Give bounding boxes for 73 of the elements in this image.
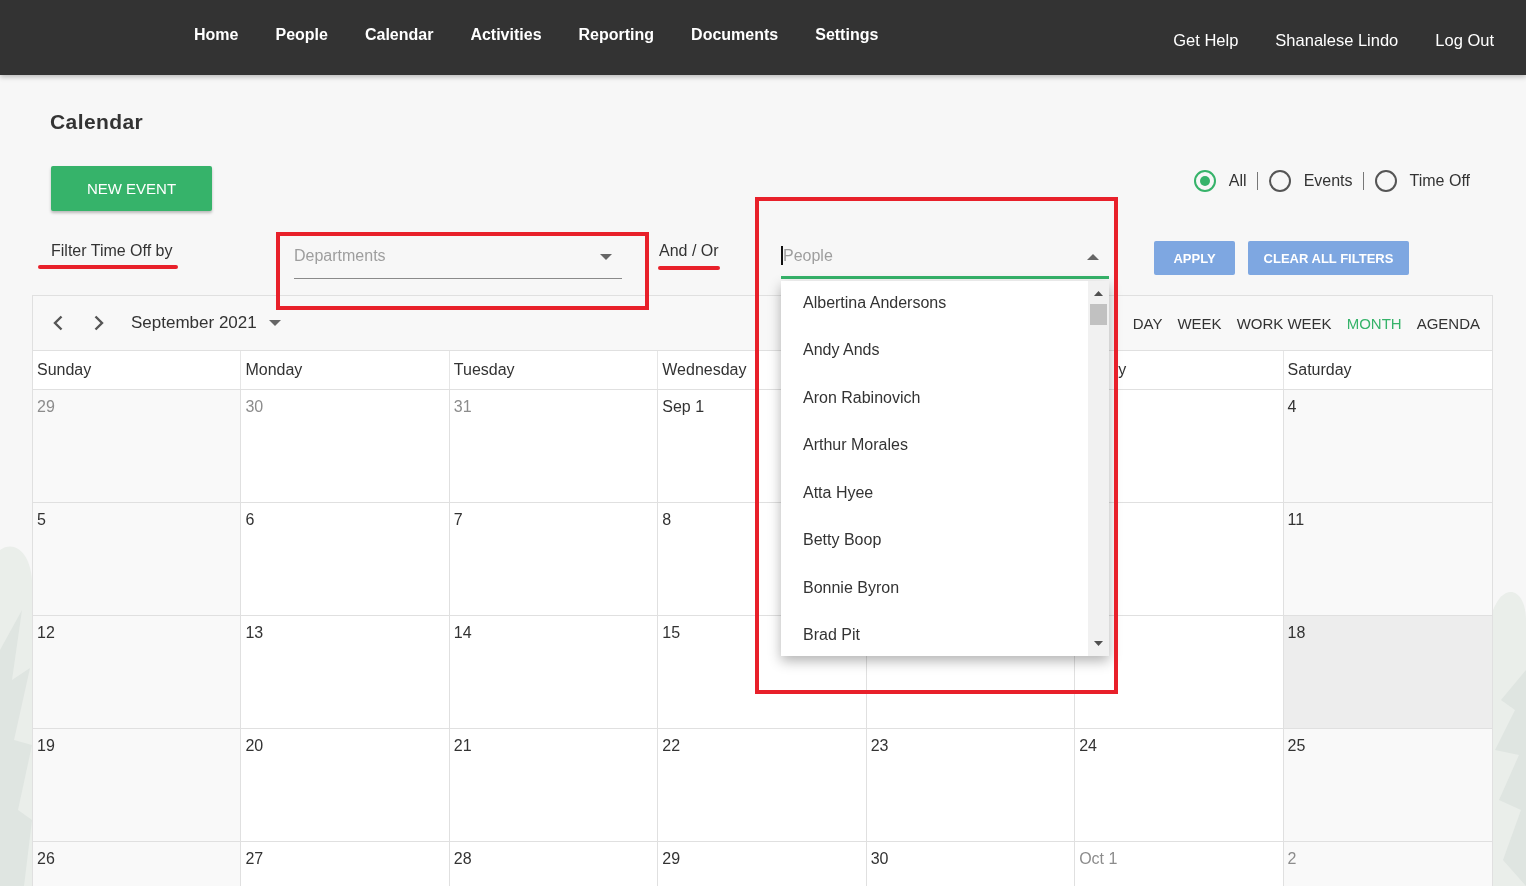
dropdown-option[interactable]: Albertina Andersons	[781, 279, 1088, 327]
day-number: 21	[453, 737, 472, 754]
nav-link[interactable]: Settings	[815, 25, 879, 45]
day-number: 14	[453, 624, 472, 641]
day-number: 20	[245, 737, 264, 754]
day-number: 8	[662, 511, 672, 528]
page-title: Calendar	[50, 109, 145, 134]
day-number: 25	[1287, 737, 1306, 754]
nav-link[interactable]: Reporting	[578, 25, 655, 45]
day-number: Oct 1	[1079, 850, 1118, 867]
day-number: 27	[245, 850, 264, 867]
weekday-header: Tuesday	[453, 361, 515, 379]
dropdown-option[interactable]: Andy Ands	[781, 326, 1088, 374]
dropdown-option[interactable]: Bonnie Byron	[781, 564, 1088, 612]
day-number: 30	[870, 850, 889, 867]
previous-month-button[interactable]	[53, 315, 63, 331]
day-number: 22	[662, 737, 681, 754]
account-link[interactable]: Get Help	[1173, 30, 1239, 50]
day-number: 26	[37, 850, 55, 867]
day-number: 19	[37, 737, 55, 754]
day-number: 5	[37, 511, 46, 528]
text-cursor-icon	[781, 246, 783, 265]
day-number: 7	[453, 511, 463, 528]
departments-select[interactable]: Departments	[294, 245, 622, 279]
day-number: 30	[245, 398, 264, 415]
connector-label: And / Or	[659, 242, 719, 259]
day-number: 15	[662, 624, 681, 641]
nav-link[interactable]: Calendar	[364, 25, 434, 45]
chevron-right-icon	[94, 315, 104, 331]
nav-link[interactable]: Activities	[470, 25, 542, 45]
account-link[interactable]: Log Out	[1435, 30, 1494, 50]
event-type-radio[interactable]: All	[1193, 170, 1247, 192]
nav-link[interactable]: Documents	[691, 25, 779, 45]
day-number: 2	[1287, 850, 1297, 867]
view-tab[interactable]: WORK WEEK	[1236, 314, 1332, 332]
view-tab[interactable]: DAY	[1132, 314, 1163, 332]
view-tab[interactable]: WEEK	[1177, 314, 1222, 332]
day-number: 29	[37, 398, 55, 415]
account-link[interactable]: Shanalese Lindo	[1275, 30, 1399, 50]
event-type-radio[interactable]: Events	[1268, 170, 1353, 192]
month-picker-button[interactable]: September 2021	[131, 313, 281, 333]
day-number: 31	[453, 398, 472, 415]
weekday-header: Sunday	[37, 361, 92, 379]
scrollbar[interactable]	[1088, 281, 1109, 656]
weekday-header: Monday	[245, 361, 303, 379]
weekday-header: Wednesday	[662, 361, 747, 379]
nav-link[interactable]: People	[275, 25, 328, 45]
dropdown-option[interactable]: Arthur Morales	[781, 421, 1088, 469]
weekday-header: Saturday	[1287, 361, 1352, 379]
day-number: 29	[662, 850, 681, 867]
day-number: 11	[1287, 511, 1305, 528]
day-number: 23	[870, 737, 889, 754]
annotation-underline	[658, 266, 720, 270]
view-tab[interactable]: AGENDA	[1416, 314, 1480, 332]
nav-link[interactable]: Home	[194, 25, 239, 45]
day-number: 4	[1287, 398, 1297, 415]
day-number: 24	[1079, 737, 1097, 754]
day-number: 13	[245, 624, 264, 641]
next-month-button[interactable]	[94, 315, 104, 331]
day-number: Sep 1	[662, 398, 705, 415]
day-number: 6	[245, 511, 255, 528]
dropdown-option[interactable]: Aron Rabinovich	[781, 374, 1088, 422]
day-number: 18	[1287, 624, 1306, 641]
caret-down-icon	[268, 320, 281, 326]
day-number: 28	[453, 850, 472, 867]
event-type-radio[interactable]: Time Off	[1374, 170, 1470, 192]
dropdown-option[interactable]: Betty Boop	[781, 516, 1088, 564]
day-number: 12	[37, 624, 55, 641]
filter-label: Filter Time Off by	[51, 242, 173, 259]
dropdown-option[interactable]: Atta Hyee	[781, 469, 1088, 517]
dropdown-option[interactable]: Brad Pit	[781, 611, 1088, 659]
weekday-header: y	[1118, 361, 1127, 379]
chevron-left-icon	[53, 315, 63, 331]
